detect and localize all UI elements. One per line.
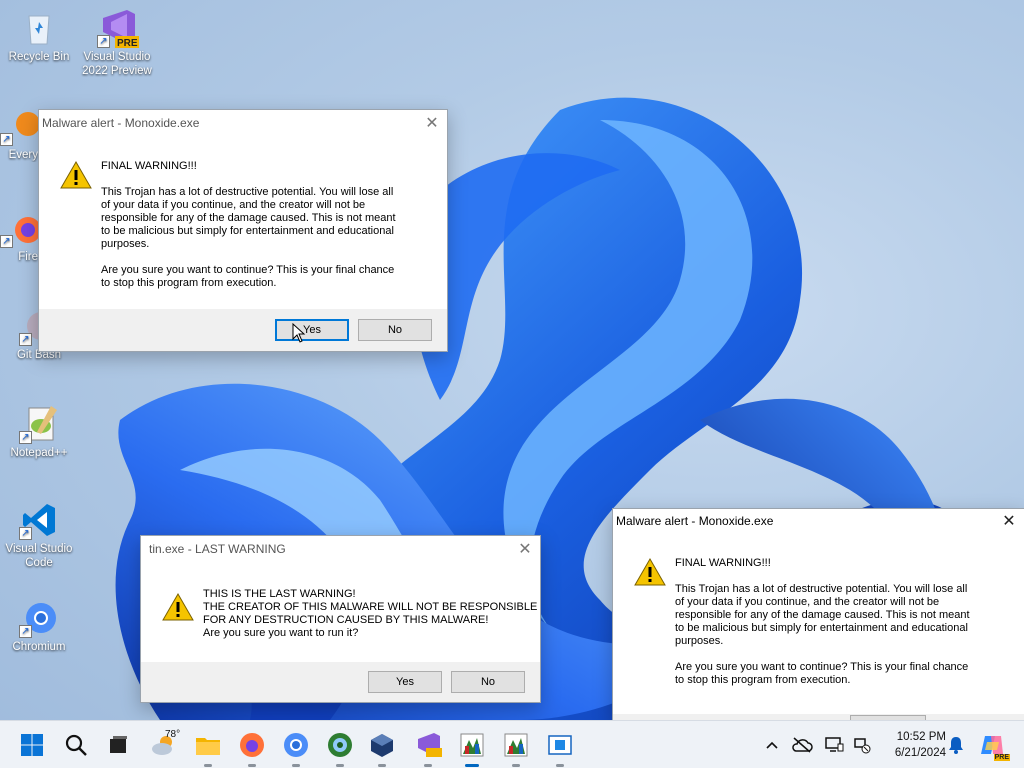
taskbar-git[interactable] [324,729,356,767]
weather-temperature: 78° [165,729,181,740]
monoxide-icon [460,733,484,757]
no-button[interactable]: No [451,671,525,693]
dialog-title: Malware alert - Monoxide.exe [42,116,200,130]
taskbar-visual-studio-preview[interactable] [412,729,444,767]
desktop-icon-vscode[interactable]: ↗ Visual Studio Code [0,500,78,570]
shortcut-arrow-icon: ↗ [19,333,32,346]
desktop-icon-label: Visual Studio Code [5,543,73,569]
preview-badge: PRE [117,38,138,49]
warning-icon [59,160,93,190]
taskbar-monoxide-1[interactable] [456,729,488,767]
desktop-icon-label: Fire [18,251,38,263]
display-icon [825,737,844,752]
dialog-title: tin.exe - LAST WARNING [149,542,286,556]
network-off-icon [854,738,871,754]
vscode-icon: ↗ [19,500,59,540]
recycle-bin-icon [19,8,59,48]
visual-studio-preview-icon: PRE ↗ [97,8,139,49]
chevron-up-icon [766,741,778,749]
bell-icon [949,737,963,754]
desktop-icon-everything[interactable]: ↗ Every [0,106,40,162]
yes-button[interactable]: Yes [368,671,442,693]
shortcut-arrow-icon: ↗ [97,35,110,48]
taskbar-virtualbox[interactable] [366,729,398,767]
shortcut-arrow-icon: ↗ [0,235,13,248]
shortcut-arrow-icon: ↗ [19,527,32,540]
taskbar-firefox[interactable] [236,729,268,767]
cloud-off-icon [792,737,813,753]
dialog-paragraph: This Trojan has a lot of destructive pot… [675,583,970,647]
desktop-icon-chromium[interactable]: ↗ Chromium [0,598,78,654]
dialog-title: Malware alert - Monoxide.exe [616,514,774,528]
shortcut-arrow-icon: ↗ [19,625,32,638]
onedrive-status[interactable] [788,729,816,761]
preview-badge-icon: PRE [993,754,1010,761]
firefox-icon: ↗ [0,208,40,248]
desktop-icon-notepad-plus-plus[interactable]: ↗ Notepad++ [0,404,78,460]
git-icon [328,733,352,757]
virtualbox-icon [371,734,393,757]
dialog-question: Are you sure you want to continue? This … [675,661,969,686]
malware-alert-dialog-active[interactable]: Malware alert - Monoxide.exe ✕ FINAL WAR… [612,508,1024,721]
clock-date: 6/21/2024 [894,747,946,759]
display-status[interactable] [820,729,848,761]
dialog-heading: FINAL WARNING!!! [675,557,771,569]
tray-overflow-button[interactable] [758,729,786,761]
network-status[interactable] [848,729,876,761]
monoxide-icon [504,733,528,757]
start-button[interactable] [16,729,48,761]
chromium-icon: ↗ [19,598,59,638]
taskbar-window[interactable] [544,729,576,767]
desktop-icon-label: Visual Studio 2022 Preview [82,51,152,77]
taskbar-file-explorer[interactable] [192,729,224,767]
desktop-icon-recycle-bin[interactable]: Recycle Bin [0,8,78,64]
notepad-plus-plus-icon: ↗ [19,404,59,444]
dialog-question: Are you sure you want to continue? This … [101,264,395,289]
desktop-icon-firefox[interactable]: ↗ Fire [0,208,40,264]
close-icon[interactable]: ✕ [417,110,447,136]
firefox-icon [240,733,264,757]
last-warning-dialog[interactable]: tin.exe - LAST WARNING ✕ THIS IS THE LAS… [140,535,541,703]
desktop-icon-label: Recycle Bin [8,51,70,63]
mouse-cursor-icon [292,322,306,343]
copilot-button[interactable]: PRE [976,729,1010,761]
shortcut-arrow-icon: ↗ [19,431,32,444]
everything-search-icon: ↗ [0,106,40,146]
close-icon[interactable]: ✕ [994,508,1024,534]
malware-alert-dialog-top[interactable]: Malware alert - Monoxide.exe ✕ FINAL WAR… [38,109,448,352]
task-view-button[interactable] [102,729,134,761]
dialog-paragraph: This Trojan has a lot of destructive pot… [101,186,396,250]
start-icon [21,734,43,756]
taskbar-clock[interactable]: 10:52 PM 6/21/2024 [880,729,946,761]
desktop-icon-label: Chromium [12,641,66,653]
notifications-button[interactable] [942,729,970,761]
dialog-message: THIS IS THE LAST WARNING! THE CREATOR OF… [203,588,538,639]
dialog-titlebar[interactable]: Malware alert - Monoxide.exe ✕ [613,509,1024,533]
dialog-titlebar[interactable]: tin.exe - LAST WARNING ✕ [141,536,540,562]
close-icon[interactable]: ✕ [510,536,540,562]
desktop-icon-label: Every [8,149,38,161]
file-explorer-icon [196,738,220,755]
chromium-icon [284,733,308,757]
dialog-titlebar[interactable]: Malware alert - Monoxide.exe ✕ [39,110,447,136]
shortcut-arrow-icon: ↗ [0,133,13,146]
task-view-icon [110,736,127,753]
visual-studio-preview-icon [418,733,442,757]
taskbar: 78° 10:52 PM 6/21/2024 PRE [0,720,1024,768]
warning-icon [633,557,667,587]
warning-icon [161,592,195,622]
dialog-heading: FINAL WARNING!!! [101,160,197,172]
yes-button[interactable]: Yes [275,319,349,341]
window-icon [548,735,572,755]
search-button[interactable] [60,729,92,761]
desktop-icon-visual-studio-preview[interactable]: PRE ↗ Visual Studio 2022 Preview [78,8,156,78]
desktop-icon-label: Notepad++ [10,447,68,459]
search-icon [65,734,87,756]
taskbar-monoxide-2[interactable] [500,729,532,767]
clock-time: 10:52 PM [896,731,946,743]
no-button[interactable]: No [358,319,432,341]
taskbar-chromium[interactable] [280,729,312,767]
